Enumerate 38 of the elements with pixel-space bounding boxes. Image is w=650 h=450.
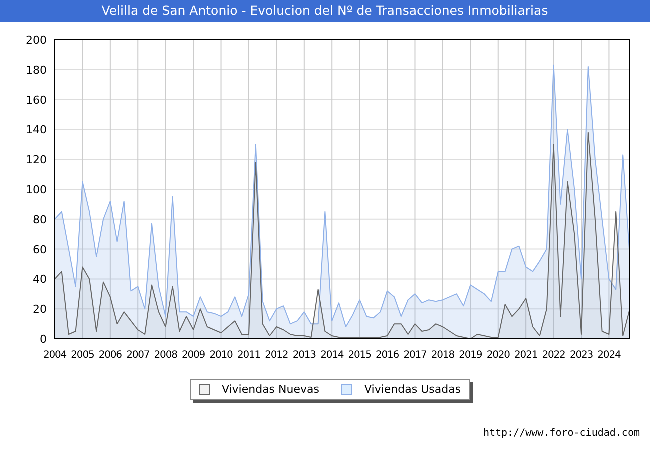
legend-label: Viviendas Usadas xyxy=(364,383,462,396)
x-tick-label: 2024 xyxy=(598,350,621,361)
x-tick-label: 2021 xyxy=(514,350,538,361)
x-tick-label: 2004 xyxy=(43,350,67,361)
y-tick-label: 200 xyxy=(26,34,47,47)
x-tick-label: 2016 xyxy=(376,350,400,361)
y-tick-label: 140 xyxy=(26,124,47,137)
x-tick-label: 2022 xyxy=(542,350,566,361)
x-tick-label: 2012 xyxy=(265,350,288,361)
legend-swatch xyxy=(198,384,210,395)
y-tick-label: 160 xyxy=(26,94,47,107)
x-tick-label: 2017 xyxy=(404,350,427,361)
y-tick-label: 120 xyxy=(26,154,47,167)
y-tick-label: 60 xyxy=(33,243,47,256)
x-tick-label: 2011 xyxy=(237,350,260,361)
x-tick-label: 2023 xyxy=(570,350,594,361)
y-tick-label: 20 xyxy=(33,303,47,316)
legend-label: Viviendas Nuevas xyxy=(222,383,320,396)
x-tick-label: 2010 xyxy=(210,350,233,361)
x-tick-label: 2009 xyxy=(182,350,206,361)
x-tick-label: 2006 xyxy=(98,350,122,361)
x-tick-label: 2007 xyxy=(126,350,150,361)
chart-title: Velilla de San Antonio - Evolucion del Nº de Transacciones Inmobiliarias xyxy=(0,0,650,22)
x-tick-label: 2015 xyxy=(348,350,372,361)
legend-swatch xyxy=(341,384,352,395)
y-tick-label: 180 xyxy=(26,64,47,77)
x-tick-label: 2008 xyxy=(154,350,178,361)
x-tick-label: 2013 xyxy=(292,350,316,361)
x-tick-label: 2019 xyxy=(459,350,482,361)
y-tick-label: 40 xyxy=(33,273,47,286)
x-tick-label: 2020 xyxy=(486,350,510,361)
x-tick-label: 2014 xyxy=(320,350,344,361)
x-tick-label: 2005 xyxy=(71,350,94,361)
source-url: http://www.foro-ciudad.com xyxy=(483,428,640,439)
x-tick-label: 2018 xyxy=(431,350,454,361)
y-tick-label: 80 xyxy=(33,213,47,226)
y-tick-label: 100 xyxy=(26,184,47,196)
y-tick-label: 0 xyxy=(40,333,47,346)
